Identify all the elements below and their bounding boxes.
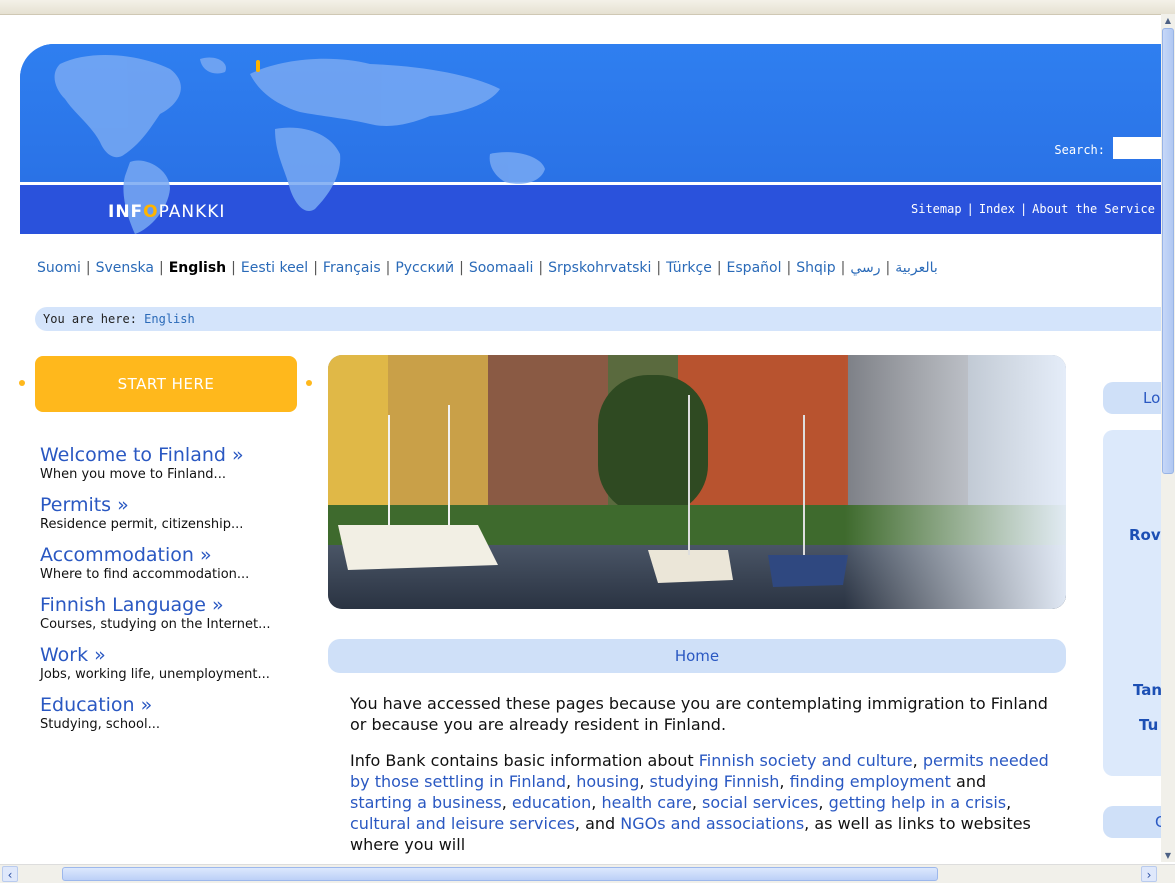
- vertical-scroll-thumb[interactable]: [1162, 28, 1174, 474]
- nav-item-permits: Permits » Residence permit, citizenship.…: [40, 493, 300, 533]
- nav-item-education: Education » Studying, school...: [40, 693, 300, 733]
- nav-desc: Jobs, working life, unemployment...: [40, 667, 270, 682]
- lang-current-english: English: [168, 260, 227, 276]
- scroll-up-icon[interactable]: ▲: [1162, 15, 1174, 27]
- nav-desc: When you move to Finland...: [40, 467, 226, 482]
- lang-link-francais[interactable]: Français: [323, 260, 381, 276]
- link-education[interactable]: education: [512, 793, 591, 812]
- link-starting-business[interactable]: starting a business: [350, 793, 502, 812]
- horizontal-scroll-thumb[interactable]: [62, 867, 938, 881]
- lang-link-eesti[interactable]: Eesti keel: [241, 260, 308, 276]
- link-studying-finnish[interactable]: studying Finnish: [650, 772, 780, 791]
- lang-link-srpskohrvatski[interactable]: Srpskohrvatski: [548, 260, 651, 276]
- intro-paragraph: You have accessed these pages because yo…: [350, 694, 1048, 734]
- nav-desc: Courses, studying on the Internet...: [40, 617, 271, 632]
- nav-desc: Residence permit, citizenship...: [40, 517, 244, 532]
- scroll-right-icon[interactable]: ›: [1141, 866, 1157, 882]
- bullet-dot: [306, 380, 312, 386]
- sitemap-link[interactable]: Sitemap: [911, 202, 962, 216]
- vertical-scrollbar[interactable]: ▲ ▼: [1161, 14, 1175, 862]
- link-social-services[interactable]: social services: [702, 793, 818, 812]
- nav-link-work[interactable]: Work »: [40, 643, 300, 667]
- scroll-left-icon[interactable]: ‹: [2, 866, 18, 882]
- lang-link-espanol[interactable]: Español: [727, 260, 782, 276]
- sidebar-nav: Welcome to Finland » When you move to Fi…: [40, 443, 300, 743]
- info-paragraph: Info Bank contains basic information abo…: [350, 751, 1049, 854]
- lang-link-shqip[interactable]: Shqip: [796, 260, 835, 276]
- nav-link-welcome[interactable]: Welcome to Finland »: [40, 443, 300, 467]
- city-link[interactable]: Tan: [1133, 681, 1162, 699]
- nav-link-education[interactable]: Education »: [40, 693, 300, 717]
- link-ngos[interactable]: NGOs and associations: [620, 814, 804, 833]
- lang-link-farsi[interactable]: رسي: [850, 260, 880, 276]
- tab-home[interactable]: Home: [328, 639, 1066, 673]
- nav-item-work: Work » Jobs, working life, unemployment.…: [40, 643, 300, 683]
- nav-desc: Studying, school...: [40, 717, 160, 732]
- lang-link-suomi[interactable]: Suomi: [37, 260, 81, 276]
- link-society-culture[interactable]: Finnish society and culture: [699, 751, 913, 770]
- lang-link-svenska[interactable]: Svenska: [96, 260, 154, 276]
- main-content: You have accessed these pages because yo…: [350, 693, 1050, 870]
- harbor-photo: [328, 355, 1066, 609]
- breadcrumb: You are here: English: [35, 307, 1167, 331]
- lang-link-arabic[interactable]: بالعربية: [895, 260, 938, 276]
- nav-item-welcome: Welcome to Finland » When you move to Fi…: [40, 443, 300, 483]
- search-input[interactable]: [1113, 137, 1165, 159]
- search-label: Search:: [1054, 143, 1105, 157]
- horizontal-scrollbar[interactable]: ‹ ›: [0, 864, 1175, 883]
- nav-link-accommodation[interactable]: Accommodation »: [40, 543, 300, 567]
- scroll-down-icon[interactable]: ▼: [1162, 850, 1174, 862]
- nav-desc: Where to find accommodation...: [40, 567, 250, 582]
- link-crisis-help[interactable]: getting help in a crisis: [829, 793, 1007, 812]
- header-banner: INFOPANKKI Search: Sitemap | Index | About t…: [20, 44, 1165, 234]
- link-finding-employment[interactable]: finding employment: [790, 772, 951, 791]
- link-cultural-leisure[interactable]: cultural and leisure services: [350, 814, 575, 833]
- city-link[interactable]: Rov: [1129, 526, 1161, 544]
- nav-item-finnish-language: Finnish Language » Courses, studying on …: [40, 593, 300, 633]
- lang-link-turkce[interactable]: Türkçe: [666, 260, 712, 276]
- start-here-button[interactable]: START HERE: [35, 356, 297, 412]
- bullet-dot: [19, 380, 25, 386]
- nav-link-finnish-language[interactable]: Finnish Language »: [40, 593, 300, 617]
- infopankki-logo[interactable]: INFOPANKKI: [108, 202, 225, 222]
- link-housing[interactable]: housing: [576, 772, 639, 791]
- top-links: Sitemap | Index | About the Service: [911, 202, 1155, 216]
- lang-link-russian[interactable]: Русский: [395, 260, 454, 276]
- nav-link-permits[interactable]: Permits »: [40, 493, 300, 517]
- lang-link-soomaali[interactable]: Soomaali: [469, 260, 534, 276]
- nav-item-accommodation: Accommodation » Where to find accommodat…: [40, 543, 300, 583]
- breadcrumb-current-link[interactable]: English: [144, 312, 195, 326]
- language-bar: Suomi | Svenska | English | Eesti keel | Françai…: [37, 260, 938, 276]
- index-link[interactable]: Index: [979, 202, 1015, 216]
- window-top-bar: [0, 0, 1175, 15]
- link-health-care[interactable]: health care: [601, 793, 691, 812]
- city-link[interactable]: Tu: [1139, 716, 1158, 734]
- about-service-link[interactable]: About the Service: [1032, 202, 1155, 216]
- breadcrumb-label: You are here:: [43, 312, 137, 326]
